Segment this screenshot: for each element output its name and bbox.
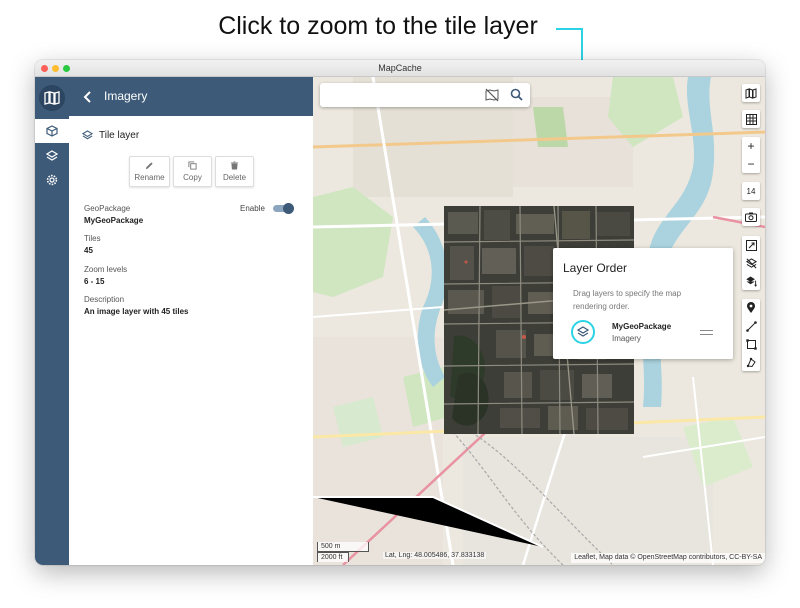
layer-geopackage-name: MyGeoPackage [612,322,672,331]
layer-type-row: Tile layer [82,128,139,142]
map-view[interactable]: + − 14 Layer Order Drag layers to specif… [313,77,765,565]
grid-overlay-icon[interactable] [742,110,760,128]
map-attribution: Leaflet, Map data © OpenStreetMap contri… [571,553,765,563]
fit-bounds-icon[interactable] [742,236,760,254]
field-label: Tiles [84,234,101,243]
app-logo-icon[interactable] [39,85,65,111]
navigation-rail [35,77,69,565]
grid-tool-wrap [742,110,760,128]
maximize-window-button[interactable] [63,65,70,72]
trash-icon [230,161,239,170]
map-tools-top [742,84,760,102]
field-value: An image layer with 45 tiles [84,307,189,316]
copy-label: Copy [183,173,202,182]
zoom-to-layer-button[interactable] [571,320,595,344]
layers-nav-icon[interactable] [35,144,69,168]
zoom-out-button[interactable]: − [742,155,760,173]
draw-polygon-icon[interactable] [742,353,760,371]
camera-icon[interactable] [742,208,760,226]
zoom-level-indicator: 14 [742,182,760,200]
cursor-coordinates: Lat, Lng: 48.005486, 37.833138 [383,552,487,559]
search-input[interactable] [326,87,476,103]
layer-type-label: Tile layer [99,129,140,141]
close-window-button[interactable] [41,65,48,72]
geopackage-nav-icon[interactable] [35,119,69,143]
layer-item-type: Imagery [612,334,641,343]
app-window: MapCache Imagery Tile layer Rename Copy … [35,60,765,565]
basemap-switcher-icon[interactable] [742,84,760,102]
clear-map-search-icon[interactable] [485,88,499,102]
layer-tools [742,236,760,290]
drag-handle-icon[interactable] [700,330,713,336]
draw-line-icon[interactable] [742,317,760,335]
page-title: Imagery [104,89,148,103]
delete-label: Delete [222,173,247,182]
search-box [320,83,530,107]
settings-gear-icon[interactable] [35,168,69,192]
callout-connector [556,28,583,30]
screenshot-tool-wrap [742,208,760,226]
marker-icon[interactable] [742,299,760,317]
geopackage-field: GeoPackage MyGeoPackage [84,204,143,225]
title-bar: MapCache [35,60,765,77]
pencil-icon [145,162,153,170]
zoom-in-button[interactable]: + [742,137,760,155]
layer-order-icon[interactable] [742,272,760,290]
copy-button[interactable]: Copy [173,156,212,187]
tiles-field: Tiles 45 [84,234,101,255]
zoom-level-wrap: 14 [742,182,760,200]
description-field: Description An image layer with 45 tiles [84,295,188,316]
field-label: GeoPackage [84,204,131,213]
draw-rectangle-icon[interactable] [742,335,760,353]
zoom-controls: + − [742,137,760,173]
scale-metric: 500 m [317,542,369,552]
tile-layer-icon [82,129,93,139]
scale-imperial: 2000 ft [317,552,349,562]
field-value: 6 - 15 [84,277,105,286]
field-label: Description [84,295,125,304]
layer-order-title: Layer Order [563,261,628,275]
window-title: MapCache [378,63,422,73]
layer-actions: Rename Copy Delete [129,156,257,187]
field-value: MyGeoPackage [84,216,144,225]
layers-icon [577,326,589,337]
zoom-levels-field: Zoom levels 6 - 15 [84,265,127,286]
copy-icon [188,161,197,170]
enable-toggle[interactable] [271,203,294,214]
layer-order-popup: Layer Order Drag layers to specify the m… [553,248,733,359]
layer-details-panel: Imagery Tile layer Rename Copy Delete En… [69,77,313,565]
annotation-callout: Click to zoom to the tile layer [218,12,538,40]
rename-button[interactable]: Rename [129,156,170,187]
search-icon[interactable] [510,88,523,101]
enable-label: Enable [240,204,265,213]
minimize-window-button[interactable] [52,65,59,72]
field-label: Zoom levels [84,265,128,274]
back-arrow-icon[interactable] [79,88,97,106]
delete-button[interactable]: Delete [215,156,254,187]
field-value: 45 [84,246,93,255]
panel-header: Imagery [69,77,313,116]
scale-bar: 500 m 2000 ft [317,542,369,562]
rename-label: Rename [134,173,165,182]
hide-layers-icon[interactable] [742,254,760,272]
drawing-tools [742,299,760,371]
layer-order-description: Drag layers to specify the map rendering… [573,289,682,311]
